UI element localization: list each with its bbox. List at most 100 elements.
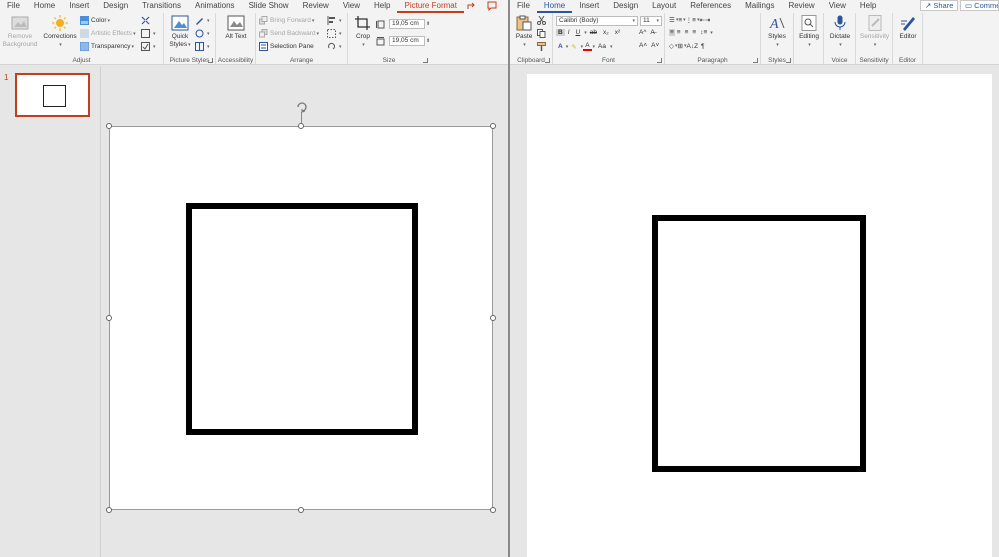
cut-button[interactable] <box>537 15 548 25</box>
picture-layout-button[interactable]: ▾ <box>195 42 210 51</box>
remove-background-button[interactable]: Remove Background <box>2 15 38 48</box>
shading-icon[interactable]: ◇ <box>669 42 674 50</box>
word-tab-references[interactable]: References <box>683 0 738 13</box>
bullets-icon[interactable]: ☰ <box>669 16 675 24</box>
word-tab-file[interactable]: File <box>510 0 537 13</box>
font-launcher[interactable] <box>657 58 662 63</box>
numbering-icon[interactable]: ≡ <box>678 17 682 24</box>
font-color-icon[interactable]: A <box>583 42 592 51</box>
change-picture-button[interactable]: ▾ <box>141 29 156 38</box>
quick-styles-button[interactable]: Quick Styles▾ <box>167 15 193 49</box>
resize-handle-bottom-left[interactable] <box>106 507 112 513</box>
increase-indent-icon[interactable]: ⇥ <box>705 16 710 24</box>
ppt-tab-view[interactable]: View <box>336 0 367 13</box>
decrease-font-icon[interactable]: A˅ <box>649 42 661 49</box>
change-case-icon[interactable]: Aa <box>595 43 609 50</box>
word-tab-help[interactable]: Help <box>853 0 883 13</box>
resize-handle-bottom-right[interactable] <box>490 507 496 513</box>
format-painter-button[interactable] <box>537 42 548 51</box>
strikethrough-icon[interactable]: ab <box>587 29 600 36</box>
ppt-tab-insert[interactable]: Insert <box>62 0 96 13</box>
transparency-button[interactable]: Transparency ▾ <box>79 41 134 52</box>
show-formatting-icon[interactable]: ¶ <box>698 43 705 50</box>
ppt-tab-file[interactable]: File <box>0 0 27 13</box>
ppt-tab-picture-format[interactable]: Picture Format <box>397 0 464 13</box>
size-launcher[interactable] <box>423 58 428 63</box>
editing-button[interactable]: Editing ▾ <box>796 15 822 49</box>
font-name-select[interactable]: Calibri (Body) ▾ <box>556 16 638 26</box>
bold-icon[interactable]: B <box>556 29 565 36</box>
text-effects-icon[interactable]: A <box>556 43 565 50</box>
word-tab-mailings[interactable]: Mailings <box>738 0 781 13</box>
sort-icon[interactable]: A↓Z <box>686 43 698 50</box>
shape-width-input[interactable]: 19,05 cm <box>389 36 425 46</box>
color-button[interactable]: Color ▾ <box>80 16 110 25</box>
shape-height-input[interactable]: 19,05 cm <box>389 19 425 29</box>
align-button[interactable]: ▾ <box>327 16 342 25</box>
alt-text-button[interactable]: Alt Text <box>220 15 252 41</box>
picture-styles-launcher[interactable] <box>208 58 213 63</box>
clipboard-launcher[interactable] <box>545 58 550 63</box>
align-center-icon[interactable]: ≡ <box>675 29 683 36</box>
crop-button[interactable]: Crop ▾ <box>352 15 374 49</box>
resize-handle-bottom[interactable] <box>298 507 304 513</box>
grow-font-icon[interactable]: A^ <box>637 29 648 36</box>
styles-button[interactable]: A Styles ▾ <box>764 15 790 49</box>
ppt-tab-transitions[interactable]: Transitions <box>135 0 188 13</box>
bring-forward-button[interactable]: Bring Forward ▾ <box>259 16 314 25</box>
align-right-icon[interactable]: ≡ <box>683 29 691 36</box>
resize-handle-top-left[interactable] <box>106 123 112 129</box>
rectangle-shape[interactable] <box>652 215 866 472</box>
ppt-tab-help[interactable]: Help <box>367 0 397 13</box>
comment-icon[interactable] <box>487 1 497 13</box>
multilevel-list-icon[interactable]: ⋮≡ <box>686 16 696 24</box>
resize-handle-left[interactable] <box>106 315 112 321</box>
sensitivity-button[interactable]: Sensitivity ▾ <box>858 15 891 49</box>
rotate-button[interactable]: ▾ <box>327 42 342 51</box>
word-tab-design[interactable]: Design <box>606 0 645 13</box>
rectangle-shape[interactable] <box>186 203 418 435</box>
resize-handle-top[interactable] <box>298 123 304 129</box>
width-spinner-icon[interactable]: ⬍ <box>426 38 430 44</box>
picture-effects-button[interactable]: ▾ <box>195 29 210 38</box>
borders-icon[interactable]: ⊞ <box>678 42 683 50</box>
word-tab-insert[interactable]: Insert <box>572 0 606 13</box>
selection-pane-button[interactable]: Selection Pane <box>259 42 314 51</box>
share-icon[interactable] <box>466 1 476 13</box>
word-tab-layout[interactable]: Layout <box>645 0 683 13</box>
document-page[interactable] <box>527 74 992 557</box>
resize-handle-top-right[interactable] <box>490 123 496 129</box>
compress-pictures-button[interactable] <box>141 16 152 25</box>
group-button[interactable]: ▾ <box>327 29 342 38</box>
ppt-tab-animations[interactable]: Animations <box>188 0 242 13</box>
ppt-tab-review[interactable]: Review <box>296 0 336 13</box>
underline-icon[interactable]: U <box>573 29 584 36</box>
resize-handle-right[interactable] <box>490 315 496 321</box>
corrections-button[interactable]: Corrections ▾ <box>42 15 78 49</box>
reset-picture-button[interactable]: ▾ <box>141 42 156 51</box>
share-button[interactable]: ↗ Share <box>920 0 959 11</box>
paragraph-launcher[interactable] <box>753 58 758 63</box>
superscript-icon[interactable]: x² <box>612 29 623 36</box>
send-backward-button[interactable]: Send Backward ▾ <box>259 29 319 38</box>
font-size-select[interactable]: 11 ▾ <box>640 16 662 26</box>
paste-button[interactable]: Paste ▾ <box>513 15 535 49</box>
highlight-icon[interactable]: ✎ <box>568 43 579 51</box>
comments-button[interactable]: ▭ Comments <box>960 0 999 11</box>
word-tab-review[interactable]: Review <box>781 0 821 13</box>
artistic-effects-button[interactable]: Artistic Effects ▾ <box>80 29 136 38</box>
increase-font-icon[interactable]: A˄ <box>637 42 649 49</box>
ppt-tab-design[interactable]: Design <box>96 0 135 13</box>
styles-launcher[interactable] <box>786 58 791 63</box>
justify-icon[interactable]: ≡ <box>690 29 698 36</box>
line-spacing-icon[interactable]: ↕≡ <box>698 29 709 36</box>
height-spinner-icon[interactable]: ⬍ <box>426 21 430 27</box>
ppt-tab-home[interactable]: Home <box>27 0 62 13</box>
slide-thumbnail[interactable] <box>15 73 90 117</box>
clear-formatting-icon[interactable]: A̶ <box>648 29 656 36</box>
slide-canvas[interactable] <box>109 126 493 510</box>
dictate-button[interactable]: Dictate ▾ <box>827 15 853 49</box>
editor-button[interactable]: Editor <box>895 15 921 41</box>
word-tab-view[interactable]: View <box>822 0 853 13</box>
ppt-tab-slide-show[interactable]: Slide Show <box>242 0 296 13</box>
